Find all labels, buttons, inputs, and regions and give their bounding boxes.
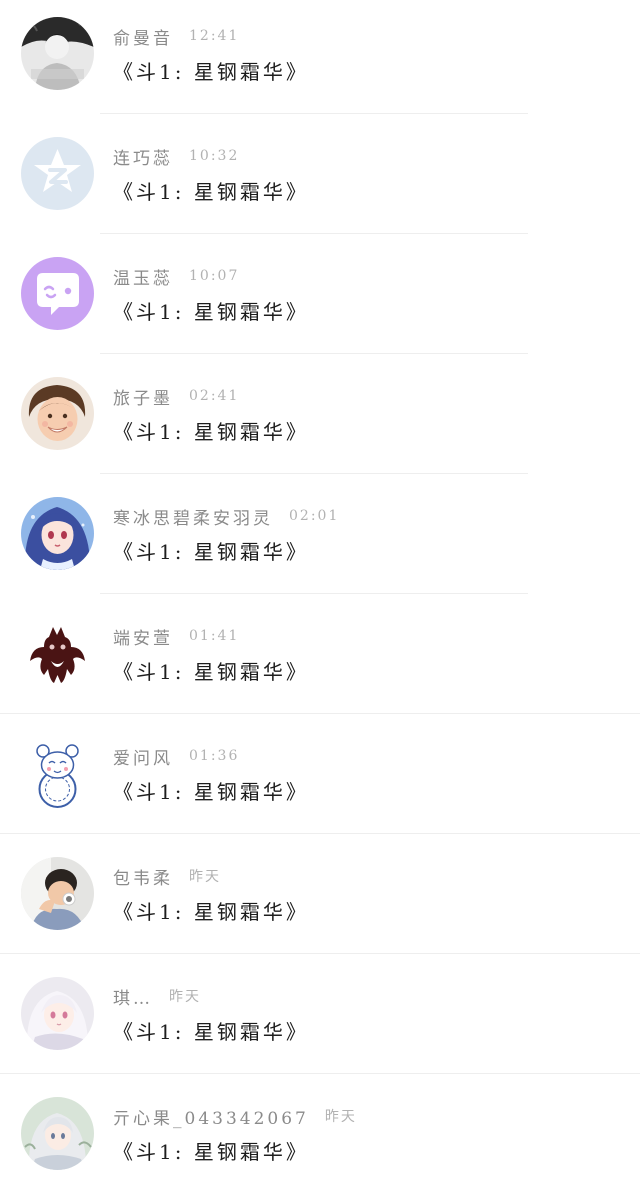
contact-name: 包韦柔 bbox=[113, 868, 173, 889]
message-preview: 《斗1: 星钢霜华》 bbox=[113, 1140, 309, 1164]
row-divider bbox=[100, 353, 528, 354]
contact-name: 俞曼音 bbox=[113, 28, 173, 49]
contact-name: 琪… bbox=[113, 988, 153, 1009]
contact-name: 温玉蕊 bbox=[113, 268, 173, 289]
row-divider bbox=[100, 233, 528, 234]
chat-item-header: 旅子墨 02:41 bbox=[113, 383, 239, 409]
chat-item-header: 琪… 昨天 bbox=[113, 983, 201, 1009]
contact-name: 端安萱 bbox=[113, 628, 173, 649]
message-preview: 《斗1: 星钢霜华》 bbox=[113, 780, 309, 804]
message-time: 12:41 bbox=[189, 28, 240, 44]
message-time: 02:41 bbox=[189, 388, 240, 404]
message-preview: 《斗1: 星钢霜华》 bbox=[113, 180, 309, 204]
avatar-photo-icon[interactable] bbox=[21, 17, 94, 90]
chat-item-header: 寒冰思碧柔安羽灵 02:01 bbox=[113, 503, 339, 529]
qzone-default-avatar-icon[interactable] bbox=[21, 137, 94, 210]
boy-photo-avatar-icon[interactable] bbox=[21, 857, 94, 930]
chat-item-header: 连巧蕊 10:32 bbox=[113, 143, 239, 169]
chat-list-item[interactable]: 亓心果_043342067 昨天 《斗1: 星钢霜华》 bbox=[0, 1080, 640, 1200]
contact-name: 寒冰思碧柔安羽灵 bbox=[113, 508, 273, 529]
contact-name: 旅子墨 bbox=[113, 388, 173, 409]
chat-bubble-avatar-icon[interactable] bbox=[21, 257, 94, 330]
chat-list-item[interactable]: 旅子墨 02:41 《斗1: 星钢霜华》 bbox=[0, 360, 640, 480]
message-preview: 《斗1: 星钢霜华》 bbox=[113, 1020, 309, 1044]
message-time: 昨天 bbox=[189, 869, 221, 885]
message-time: 02:01 bbox=[289, 508, 340, 524]
chat-item-header: 亓心果_043342067 昨天 bbox=[113, 1103, 357, 1129]
message-preview: 《斗1: 星钢霜华》 bbox=[113, 420, 309, 444]
message-preview: 《斗1: 星钢霜华》 bbox=[113, 900, 309, 924]
anime-girl-avatar-icon[interactable] bbox=[21, 497, 94, 570]
chat-item-header: 包韦柔 昨天 bbox=[113, 863, 221, 889]
message-time: 01:41 bbox=[189, 628, 240, 644]
message-time: 10:32 bbox=[189, 148, 240, 164]
row-divider bbox=[0, 833, 640, 834]
chat-list-item[interactable]: 俞曼音 12:41 《斗1: 星钢霜华》 bbox=[0, 0, 640, 120]
child-photo-avatar-icon[interactable] bbox=[21, 377, 94, 450]
row-divider bbox=[100, 113, 528, 114]
message-time: 昨天 bbox=[324, 1109, 357, 1125]
message-time: 10:07 bbox=[189, 268, 240, 284]
chat-list-item[interactable]: 爱问风 01:36 《斗1: 星钢霜华》 bbox=[0, 720, 640, 840]
chat-item-header: 温玉蕊 10:07 bbox=[113, 263, 239, 289]
message-preview: 《斗1: 星钢霜华》 bbox=[113, 660, 309, 684]
chat-item-header: 爱问风 01:36 bbox=[113, 743, 239, 769]
dark-creature-avatar-icon[interactable] bbox=[21, 617, 94, 690]
chat-list-item[interactable]: 琪… 昨天 《斗1: 星钢霜华》 bbox=[0, 960, 640, 1080]
message-time: 昨天 bbox=[169, 989, 201, 1005]
chat-list-item[interactable]: 寒冰思碧柔安羽灵 02:01 《斗1: 星钢霜华》 bbox=[0, 480, 640, 600]
chat-list: 俞曼音 12:41 《斗1: 星钢霜华》 连巧蕊 10:32 《斗1: 星钢霜华… bbox=[0, 0, 640, 1182]
row-divider bbox=[100, 473, 528, 474]
chat-item-header: 端安萱 01:41 bbox=[113, 623, 239, 649]
message-preview: 《斗1: 星钢霜华》 bbox=[113, 540, 309, 564]
chat-list-item[interactable]: 端安萱 01:41 《斗1: 星钢霜华》 bbox=[0, 600, 640, 720]
silver-hair-girl-avatar-icon[interactable] bbox=[21, 1097, 94, 1170]
row-divider bbox=[0, 1073, 640, 1074]
contact-name: 连巧蕊 bbox=[113, 148, 173, 169]
white-hair-girl-avatar-icon[interactable] bbox=[21, 977, 94, 1050]
row-divider bbox=[0, 713, 640, 714]
message-time: 01:36 bbox=[189, 748, 240, 764]
chat-item-header: 俞曼音 12:41 bbox=[113, 23, 239, 49]
chat-list-item[interactable]: 包韦柔 昨天 《斗1: 星钢霜华》 bbox=[0, 840, 640, 960]
contact-name: 亓心果_043342067 bbox=[113, 1108, 309, 1129]
message-preview: 《斗1: 星钢霜华》 bbox=[113, 300, 309, 324]
chat-list-item[interactable]: 连巧蕊 10:32 《斗1: 星钢霜华》 bbox=[0, 120, 640, 240]
contact-name: 爱问风 bbox=[113, 748, 173, 769]
chat-list-item[interactable]: 温玉蕊 10:07 《斗1: 星钢霜华》 bbox=[0, 240, 640, 360]
message-preview: 《斗1: 星钢霜华》 bbox=[113, 60, 309, 84]
row-divider bbox=[0, 953, 640, 954]
porcelain-bear-avatar-icon[interactable] bbox=[21, 737, 94, 810]
row-divider bbox=[100, 593, 528, 594]
